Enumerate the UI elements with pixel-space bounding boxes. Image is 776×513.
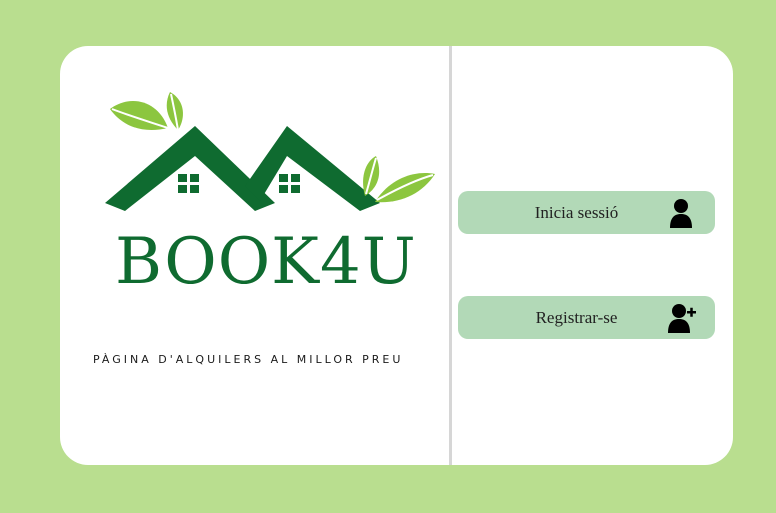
login-card: BOOK4U PÀGINA D'ALQUILERS AL MILLOR PREU… [60, 46, 733, 465]
brand-name: BOOK4U [115, 225, 417, 299]
register-button-label: Registrar-se [535, 307, 618, 327]
user-plus-icon [667, 302, 697, 334]
brand-tagline: PÀGINA D'ALQUILERS AL MILLOR PREU [93, 353, 404, 366]
houses-logo-graphic [105, 92, 435, 211]
register-button[interactable]: Registrar-se [458, 296, 715, 339]
user-icon [667, 197, 697, 229]
login-button-label: Inicia sessió [534, 202, 619, 222]
vertical-divider [449, 46, 452, 465]
login-button[interactable]: Inicia sessió [458, 191, 715, 234]
